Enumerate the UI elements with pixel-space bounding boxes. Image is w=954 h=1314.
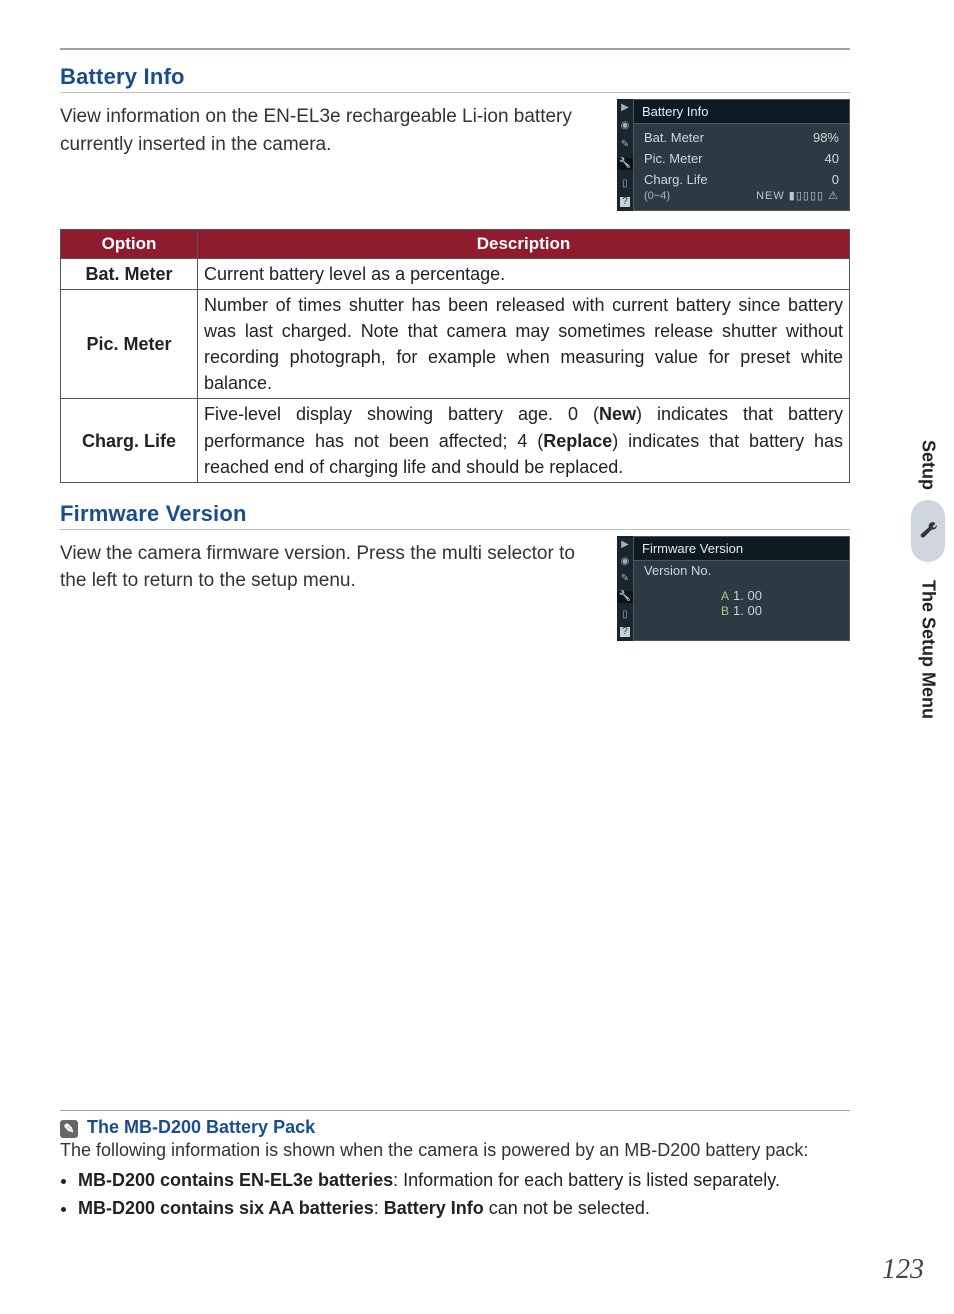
lcd-pic-meter-label: Pic. Meter	[644, 151, 703, 166]
wrench-icon	[919, 522, 937, 540]
table-row: Bat. Meter Current battery level as a pe…	[61, 259, 850, 290]
note-mb-d200: ✎ The MB-D200 Battery Pack The following…	[60, 1110, 850, 1223]
opt-pic-meter: Pic. Meter	[61, 290, 198, 399]
camera-icon: ◉	[621, 557, 630, 567]
firmware-b: B1. 00	[634, 603, 849, 618]
top-rule	[60, 48, 850, 50]
lcd-bat-meter-label: Bat. Meter	[644, 130, 704, 145]
lcd-charg-life-gauge: NEW ▮▯▯▯▯ ⚠	[756, 190, 839, 202]
lcd-title: Battery Info	[634, 100, 849, 124]
lcd-battery-info: ▶ ◉ ✎ 🔧 ▯ ? Battery Info Bat. Meter 98% …	[617, 99, 850, 211]
opt-charg-life: Charg. Life	[61, 399, 198, 482]
lcd-side-icons-2: ▶ ◉ ✎ 🔧 ▯ ?	[617, 536, 633, 641]
table-header-description: Description	[198, 230, 850, 259]
side-label-setup: Setup	[918, 440, 939, 490]
note-title-text: The MB-D200 Battery Pack	[87, 1117, 315, 1137]
desc-pic-meter: Number of times shutter has been release…	[198, 290, 850, 399]
heading-firmware-version: Firmware Version	[60, 501, 850, 530]
lcd-pic-meter-value: 40	[825, 151, 839, 166]
firmware-a: A1. 00	[634, 588, 849, 603]
card-icon: ▯	[622, 179, 628, 189]
camera-icon: ◉	[621, 121, 630, 131]
table-header-option: Option	[61, 230, 198, 259]
wrench-icon: 🔧	[617, 591, 633, 603]
table-row: Pic. Meter Number of times shutter has b…	[61, 290, 850, 399]
lcd2-subtitle: Version No.	[634, 561, 849, 578]
play-icon: ▶	[621, 540, 629, 550]
lcd-charg-life-value: 0	[832, 172, 839, 187]
side-label-setup-menu: The Setup Menu	[918, 580, 939, 719]
pencil-icon: ✎	[621, 140, 629, 150]
play-icon: ▶	[621, 103, 629, 113]
side-tab-icon-capsule	[911, 500, 945, 562]
lcd-firmware-version: ▶ ◉ ✎ 🔧 ▯ ? Firmware Version Version No.…	[617, 536, 850, 641]
wrench-icon: 🔧	[617, 158, 633, 170]
pencil-note-icon: ✎	[60, 1120, 78, 1138]
note-bullet-1: MB-D200 contains EN-EL3e batteries: Info…	[78, 1167, 850, 1193]
help-icon: ?	[620, 627, 630, 637]
help-icon: ?	[620, 197, 630, 207]
side-tab: Setup The Setup Menu	[904, 440, 952, 719]
note-bullet-2: MB-D200 contains six AA batteries: Batte…	[78, 1195, 850, 1221]
opt-bat-meter: Bat. Meter	[61, 259, 198, 290]
battery-info-table: Option Description Bat. Meter Current ba…	[60, 229, 850, 483]
heading-battery-info: Battery Info	[60, 64, 850, 93]
table-row: Charg. Life Five-level display showing b…	[61, 399, 850, 482]
pencil-icon: ✎	[621, 574, 629, 584]
intro-firmware-version: View the camera firmware version. Press …	[60, 540, 603, 595]
intro-battery-info: View information on the EN-EL3e recharge…	[60, 103, 603, 158]
card-icon: ▯	[622, 610, 628, 620]
desc-bat-meter: Current battery level as a percentage.	[198, 259, 850, 290]
lcd-charg-life-label: Charg. Life (0~4)	[644, 172, 708, 202]
lcd-bat-meter-value: 98%	[813, 130, 839, 145]
note-body-text: The following information is shown when …	[60, 1138, 850, 1163]
lcd2-title: Firmware Version	[634, 537, 849, 561]
desc-charg-life: Five-level display showing battery age. …	[198, 399, 850, 482]
page-number: 123	[882, 1254, 924, 1286]
lcd-side-icons: ▶ ◉ ✎ 🔧 ▯ ?	[617, 99, 633, 211]
